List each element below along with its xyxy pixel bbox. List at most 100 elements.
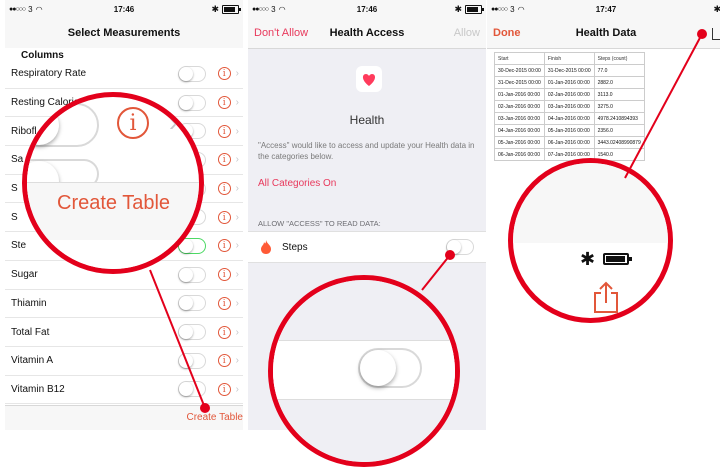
status-bar: ●●○○○ 3 ◠ 17:46 ✱ xyxy=(248,0,486,18)
table-cell: 05-Jan-2016 00:00 xyxy=(494,136,545,149)
table-cell: 03-Jan-2016 00:00 xyxy=(543,100,595,113)
table-cell: 06-Jan-2016 00:00 xyxy=(494,148,545,161)
measurement-toggle[interactable] xyxy=(177,65,206,82)
table-cell: 01-Jan-2016 00:00 xyxy=(543,76,595,89)
info-icon[interactable]: i xyxy=(217,239,231,253)
status-time: 17:46 xyxy=(356,4,378,14)
chevron-right-icon: › xyxy=(235,240,239,252)
table-cell: 2882.0 xyxy=(593,76,645,89)
table-row: 06-Jan-2016 00:00 07-Jan-2016 00:00 1540.0 xyxy=(494,148,645,161)
info-icon[interactable]: i xyxy=(217,296,231,310)
info-icon[interactable]: i xyxy=(217,124,231,138)
column-header: Steps (count) xyxy=(593,52,645,65)
steps-row: Steps xyxy=(248,231,486,263)
create-table-zoom-label: Create Table xyxy=(57,192,171,214)
heart-icon xyxy=(356,66,382,92)
page-title: Health Access xyxy=(329,27,405,39)
create-table-button[interactable]: Create Table xyxy=(186,412,243,423)
info-icon[interactable]: i xyxy=(217,96,231,110)
app-name: Health xyxy=(349,113,385,127)
list-background xyxy=(27,240,199,269)
list-item[interactable]: Respiratory Rate i › xyxy=(5,60,243,89)
table-row: 30-Dec-2015 00:00 31-Dec-2015 00:00 77.0 xyxy=(494,64,645,77)
dont-allow-button[interactable]: Don't Allow xyxy=(254,27,308,39)
chevron-right-icon: › xyxy=(235,211,239,223)
bottom-toolbar: Create Table xyxy=(5,405,243,430)
battery-icon xyxy=(222,4,241,14)
info-icon[interactable]: i xyxy=(217,354,231,368)
table-cell: 04-Jan-2016 00:00 xyxy=(494,124,545,137)
table-cell: 30-Dec-2015 00:00 xyxy=(494,64,545,77)
info-icon[interactable]: i xyxy=(217,268,231,282)
table-cell: 06-Jan-2016 00:00 xyxy=(543,136,595,149)
status-time: 17:46 xyxy=(113,4,135,14)
table-row: 05-Jan-2016 00:00 06-Jan-2016 00:00 3443.0… xyxy=(494,136,645,149)
chevron-right-icon: › xyxy=(235,269,239,281)
chevron-right-icon: › xyxy=(235,125,239,137)
table-cell: 31-Dec-2015 00:00 xyxy=(543,64,595,77)
nav-bar: Select Measurements xyxy=(5,18,243,49)
allow-button[interactable]: Allow xyxy=(454,27,480,39)
steps-label: Steps xyxy=(282,241,308,253)
list-item[interactable]: Vitamin A i › xyxy=(5,347,243,376)
measurement-label: Respiratory Rate xyxy=(11,68,87,80)
toggle-switch xyxy=(27,103,99,147)
table-row: 02-Jan-2016 00:00 03-Jan-2016 00:00 3275.0 xyxy=(494,100,645,113)
health-data-table: Start Finish Steps (count) 30-Dec-2015 00:… xyxy=(494,52,645,161)
chevron-right-icon: › xyxy=(235,97,239,109)
bluetooth-icon: ✱ xyxy=(580,249,596,269)
measurement-toggle[interactable] xyxy=(177,352,206,369)
info-icon[interactable]: i xyxy=(217,67,231,81)
table-row: 04-Jan-2016 00:00 05-Jan-2016 00:00 2356.0 xyxy=(494,124,645,137)
info-icon: i xyxy=(117,107,149,139)
nav-bar: Don't Allow Health Access Allow xyxy=(248,18,486,49)
measurement-label: Total Fat xyxy=(11,326,50,338)
chevron-right-icon: › xyxy=(235,355,239,367)
measurement-toggle[interactable] xyxy=(177,266,206,283)
table-cell: 02-Jan-2016 00:00 xyxy=(494,100,545,113)
info-icon[interactable]: i xyxy=(217,382,231,396)
background xyxy=(513,163,668,243)
nav-bar: Done Health Data xyxy=(487,18,720,49)
info-icon[interactable]: i xyxy=(217,182,231,196)
info-icon[interactable]: i xyxy=(217,153,231,167)
table-cell: 01-Jan-2016 00:00 xyxy=(494,88,545,101)
done-button[interactable]: Done xyxy=(493,27,521,39)
info-icon[interactable]: i xyxy=(217,325,231,339)
table-row: 31-Dec-2015 00:00 01-Jan-2016 00:00 2882.0 xyxy=(494,76,645,89)
table-cell: 3275.0 xyxy=(593,100,645,113)
steps-toggle-zoom xyxy=(358,348,422,388)
table-row: 01-Jan-2016 00:00 02-Jan-2016 00:00 3113.0 xyxy=(494,88,645,101)
share-icon xyxy=(594,281,618,313)
share-icon[interactable] xyxy=(712,28,720,40)
list-item[interactable]: Vitamin B12 i › xyxy=(5,376,243,405)
chevron-right-icon: › xyxy=(235,183,239,195)
measurement-toggle[interactable] xyxy=(177,94,206,111)
zoom-create-table: i › Create Table xyxy=(22,92,204,274)
table-cell: 4978.2410894393 xyxy=(593,112,645,125)
zoom-share-button: ✱ xyxy=(508,158,673,323)
chevron-right-icon: › xyxy=(235,297,239,309)
info-icon[interactable]: i xyxy=(217,210,231,224)
table-cell: 02-Jan-2016 00:00 xyxy=(543,88,595,101)
access-description: "Access" would like to access and update… xyxy=(258,141,475,161)
measurement-toggle[interactable] xyxy=(177,381,206,398)
chevron-right-icon: › xyxy=(235,154,239,166)
table-cell: 2356.0 xyxy=(593,124,645,137)
measurement-toggle[interactable] xyxy=(177,295,206,312)
list-item[interactable]: Total Fat i › xyxy=(5,318,243,347)
status-time: 17:47 xyxy=(595,4,617,14)
column-header: Start xyxy=(494,52,545,65)
table-cell: 77.0 xyxy=(593,64,645,77)
table-row: 03-Jan-2016 00:00 04-Jan-2016 00:00 4978.2… xyxy=(494,112,645,125)
zoom-steps-toggle xyxy=(268,275,460,467)
all-categories-on-button[interactable]: All Categories On xyxy=(258,178,336,189)
measurement-label: Vitamin B12 xyxy=(11,383,65,395)
column-header: Finish xyxy=(543,52,595,65)
list-item[interactable]: Thiamin i › xyxy=(5,290,243,319)
table-cell: 03-Jan-2016 00:00 xyxy=(494,112,545,125)
table-cell: 3443.02408990879 xyxy=(593,136,645,149)
steps-toggle[interactable] xyxy=(446,239,474,255)
measurement-toggle[interactable] xyxy=(177,324,206,341)
page-title: Health Data xyxy=(575,27,637,39)
